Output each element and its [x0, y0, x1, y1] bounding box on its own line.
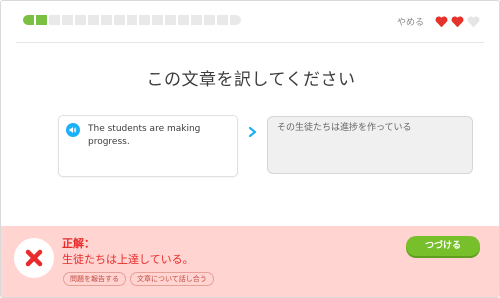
progress-segment [191, 15, 203, 25]
progress-segment [61, 15, 73, 25]
progress-segment [165, 15, 177, 25]
lesson-progress-bar [23, 15, 241, 25]
progress-segment [230, 15, 241, 25]
progress-segment [178, 15, 190, 25]
progress-segment [113, 15, 125, 25]
progress-segment [35, 15, 47, 25]
progress-segment [139, 15, 151, 25]
progress-segment [152, 15, 164, 25]
header-divider [16, 42, 484, 43]
progress-segment [48, 15, 60, 25]
heart-icon [451, 13, 464, 28]
page-title: この文章を訳してください [146, 70, 356, 90]
discuss-sentence-button[interactable]: 文章について話し合う [130, 272, 214, 286]
source-sentence-card: The students are making progress. [58, 115, 238, 177]
report-problem-button[interactable]: 問題を報告する [63, 272, 126, 286]
feedback-panel: 正解： 生徒たちは上達している。 問題を報告する 文章について話し合う つづける [1, 226, 499, 297]
progress-segment [204, 15, 216, 25]
progress-segment [217, 15, 228, 25]
answer-textarea[interactable]: その生徒たちは進捗を作っている [267, 116, 473, 174]
progress-segment [87, 15, 99, 25]
x-mark-icon [14, 238, 54, 278]
quit-button[interactable]: やめる [397, 15, 424, 28]
correct-answer-label: 正解： [62, 237, 95, 250]
progress-segment [126, 15, 138, 25]
heart-icon [435, 13, 448, 28]
hearts-indicator [435, 13, 480, 28]
speaker-icon[interactable] [66, 123, 80, 137]
lesson-window: やめる この文章を訳してください The students are making… [0, 0, 500, 298]
progress-segment [23, 15, 34, 25]
source-sentence: The students are making progress. [88, 124, 201, 147]
progress-segment [100, 15, 112, 25]
heart-icon [467, 13, 480, 28]
correct-answer-text: 生徒たちは上達している。 [62, 253, 194, 266]
chevron-right-icon [248, 122, 257, 141]
continue-button[interactable]: つづける [406, 236, 480, 256]
progress-segment [74, 15, 86, 25]
